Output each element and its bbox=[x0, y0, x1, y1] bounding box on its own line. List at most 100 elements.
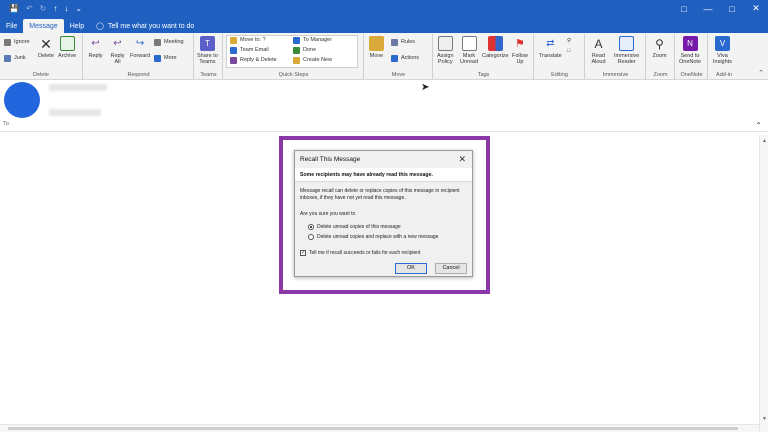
lightning-icon bbox=[293, 57, 300, 64]
reply-button[interactable]: ↩ Reply bbox=[88, 36, 103, 59]
radio-delete-and-replace-dot[interactable] bbox=[308, 234, 314, 240]
follow-up-button[interactable]: ⚑ Follow Up bbox=[512, 36, 528, 65]
archive-button[interactable]: Archive bbox=[58, 36, 76, 59]
delete-icon: ✕ bbox=[40, 35, 52, 52]
lightbulb-icon: ◯ bbox=[96, 23, 104, 30]
dialog-close-icon[interactable]: ✕ bbox=[458, 154, 466, 165]
ok-button[interactable]: OK bbox=[395, 263, 427, 274]
rules-button[interactable]: Rules bbox=[391, 39, 415, 46]
ribbon-group-immersive: A Read Aloud Immersive Reader Immersive bbox=[586, 34, 646, 79]
translate-icon: ⇄ bbox=[546, 37, 555, 49]
select-icon: □ bbox=[567, 48, 571, 54]
forward-button[interactable]: ↪ Forward bbox=[130, 36, 150, 59]
move-button[interactable]: Move bbox=[369, 36, 384, 59]
notify-checkbox-row[interactable]: ✓ Tell me if recall succeeds or fails fo… bbox=[300, 250, 420, 256]
radio-delete-and-replace[interactable]: Delete unread copies and replace with a … bbox=[308, 234, 438, 240]
quick-step-create-new[interactable]: Create New bbox=[293, 57, 332, 64]
ribbon-group-onenote: N Send to OneNote OneNote bbox=[676, 34, 708, 79]
email-icon bbox=[230, 47, 237, 54]
down-arrow-icon[interactable]: ↓ bbox=[64, 4, 68, 14]
ribbon-group-respond: ↩ Reply ↩ Reply All ↪ Forward Meeting Mo… bbox=[84, 34, 194, 79]
mouse-pointer-icon: ➤ bbox=[421, 82, 430, 93]
horizontal-scrollbar[interactable] bbox=[0, 424, 759, 432]
actions-icon bbox=[391, 55, 398, 62]
categorize-button[interactable]: Categorize bbox=[482, 36, 509, 59]
send-to-onenote-button[interactable]: N Send to OneNote bbox=[679, 36, 701, 65]
quick-step-to-manager[interactable]: To Manager bbox=[293, 37, 332, 44]
notify-checkbox[interactable]: ✓ bbox=[300, 250, 306, 256]
ribbon-group-tags: Assign Policy Mark Unread Categorize ⚑ F… bbox=[434, 34, 534, 79]
mark-unread-button[interactable]: Mark Unread bbox=[460, 36, 478, 65]
horizontal-scroll-thumb[interactable] bbox=[8, 427, 738, 430]
assign-policy-button[interactable]: Assign Policy bbox=[437, 36, 454, 65]
radio-delete-unread[interactable]: Delete unread copies of this message bbox=[308, 224, 401, 230]
collapse-ribbon-icon[interactable]: ⌃ bbox=[758, 69, 764, 77]
more-respond-button[interactable]: More bbox=[154, 55, 177, 62]
forward-icon: ↪ bbox=[135, 37, 145, 49]
tab-message[interactable]: Message bbox=[23, 19, 64, 33]
find-button[interactable]: ⚲ bbox=[567, 38, 571, 45]
to-label: To bbox=[3, 121, 9, 127]
quick-step-reply-delete[interactable]: Reply & Delete bbox=[230, 57, 277, 64]
undo-icon[interactable]: ↶ bbox=[26, 4, 33, 14]
immersive-reader-button[interactable]: Immersive Reader bbox=[614, 36, 639, 65]
ribbon-group-move: Move Rules Actions Move bbox=[365, 34, 433, 79]
viva-icon: V bbox=[714, 36, 730, 51]
quick-step-done[interactable]: Done bbox=[293, 47, 316, 54]
dialog-title: Recall This Message bbox=[300, 156, 361, 163]
translate-button[interactable]: ⇄ Translate bbox=[539, 36, 562, 59]
folder-icon bbox=[230, 37, 237, 44]
vertical-scrollbar[interactable]: ▲ ▼ bbox=[759, 135, 768, 432]
maximize-icon[interactable]: □ bbox=[720, 0, 744, 17]
reply-all-button[interactable]: ↩ Reply All bbox=[110, 36, 125, 65]
envelope-icon bbox=[461, 36, 477, 51]
actions-button[interactable]: Actions bbox=[391, 55, 419, 62]
scroll-up-icon[interactable]: ▲ bbox=[760, 138, 768, 144]
quick-step-team-email[interactable]: Team Email bbox=[230, 47, 269, 54]
tab-file[interactable]: File bbox=[0, 19, 23, 33]
chevron-down-icon[interactable]: ⌄ bbox=[75, 4, 82, 14]
close-icon[interactable]: ✕ bbox=[744, 0, 768, 17]
cancel-button[interactable]: Cancel bbox=[435, 263, 467, 274]
window-controls: □ — □ ✕ bbox=[672, 0, 768, 17]
ribbon: Ignore Junk ✕ Delete Archive Delete ↩ Re… bbox=[0, 33, 768, 80]
dialog-description: Message recall can delete or replace cop… bbox=[300, 188, 460, 201]
ignore-icon bbox=[4, 39, 11, 46]
subject-redacted bbox=[49, 109, 101, 116]
up-arrow-icon[interactable]: ↑ bbox=[53, 4, 57, 14]
ribbon-group-delete: Ignore Junk ✕ Delete Archive Delete bbox=[0, 34, 83, 79]
meeting-button[interactable]: Meeting bbox=[154, 39, 184, 46]
sender-avatar bbox=[4, 82, 40, 118]
reply-delete-icon bbox=[230, 57, 237, 64]
minimize-icon[interactable]: — bbox=[696, 0, 720, 17]
quick-step-move-to[interactable]: Move to: ? bbox=[230, 37, 266, 44]
search-icon: ⚲ bbox=[567, 38, 572, 44]
junk-icon bbox=[4, 55, 11, 62]
ignore-button[interactable]: Ignore bbox=[4, 39, 30, 46]
tab-help[interactable]: Help bbox=[64, 19, 90, 33]
ribbon-group-zoom: ⚲ Zoom Zoom bbox=[647, 34, 675, 79]
more-icon bbox=[154, 55, 161, 62]
policy-icon bbox=[437, 36, 453, 51]
collapse-header-icon[interactable]: ⌃ bbox=[755, 121, 762, 130]
junk-button[interactable]: Junk bbox=[4, 55, 26, 62]
magnifier-icon: ⚲ bbox=[655, 36, 664, 51]
save-icon[interactable]: 💾 bbox=[9, 4, 19, 14]
dialog-warning-banner: Some recipients may have already read th… bbox=[295, 168, 472, 182]
viva-insights-button[interactable]: V Viva Insights bbox=[713, 36, 732, 65]
read-aloud-button[interactable]: A Read Aloud bbox=[591, 36, 606, 66]
reader-icon bbox=[619, 36, 635, 51]
select-button[interactable]: □ bbox=[567, 48, 570, 55]
reply-icon: ↩ bbox=[91, 37, 100, 49]
delete-button[interactable]: ✕ Delete bbox=[38, 35, 54, 60]
radio-delete-unread-dot[interactable] bbox=[308, 224, 314, 230]
tell-me-search[interactable]: ◯ Tell me what you want to do bbox=[96, 19, 194, 33]
onenote-icon: N bbox=[682, 36, 698, 51]
scroll-down-icon[interactable]: ▼ bbox=[760, 416, 768, 422]
share-to-teams-button[interactable]: T Share to Teams bbox=[197, 36, 218, 65]
tell-me-placeholder: Tell me what you want to do bbox=[107, 22, 195, 30]
forward-small-icon bbox=[293, 37, 300, 44]
redo-icon[interactable]: ↻ bbox=[40, 4, 47, 14]
ribbon-display-icon[interactable]: □ bbox=[672, 0, 696, 17]
zoom-button[interactable]: ⚲ Zoom bbox=[652, 36, 667, 60]
